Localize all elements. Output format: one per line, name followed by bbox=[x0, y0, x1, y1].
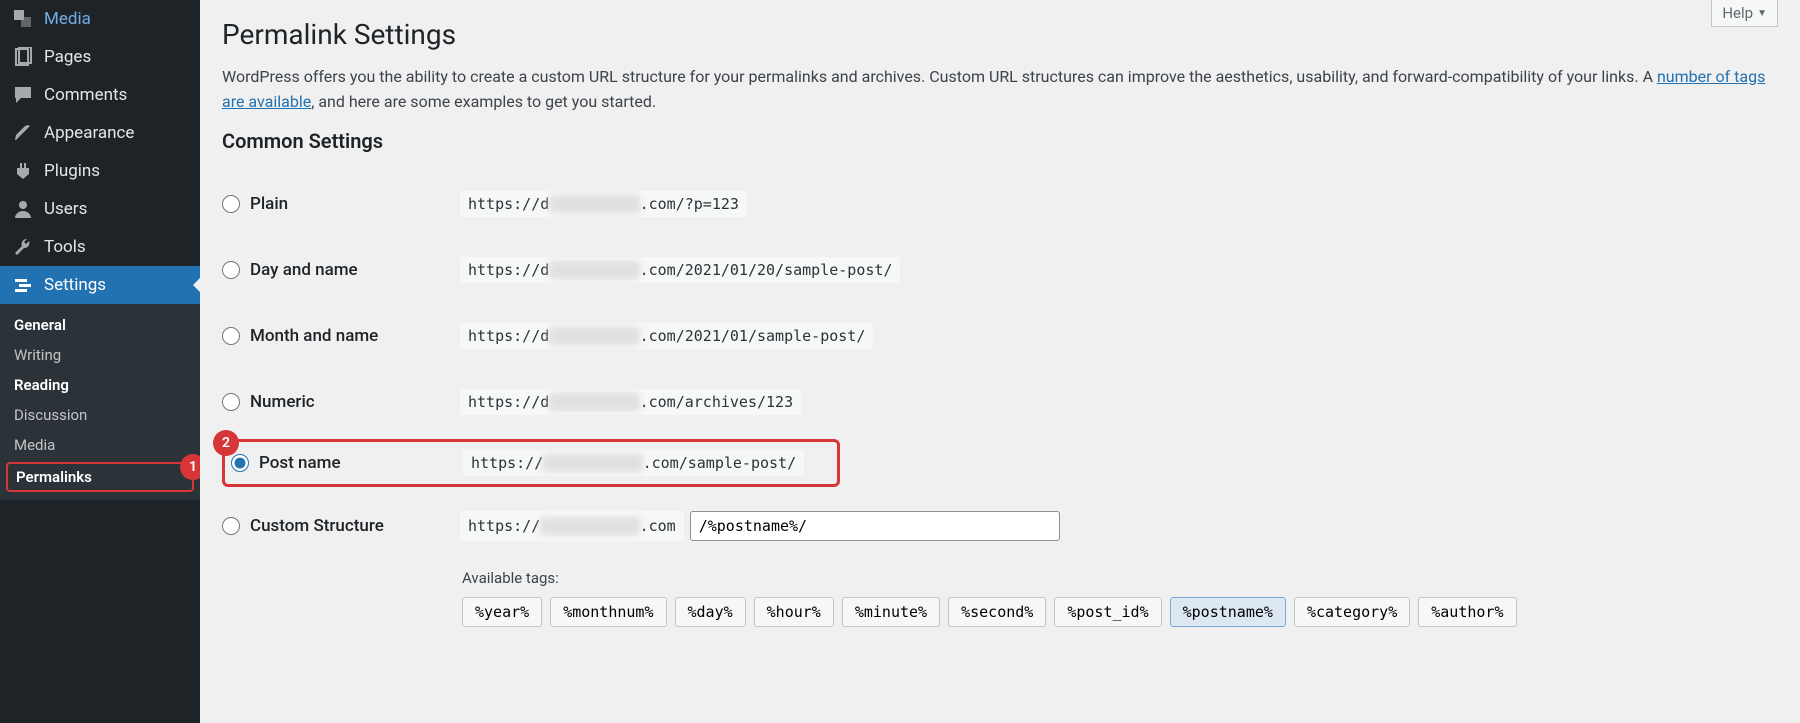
sidebar-item-settings[interactable]: Settings bbox=[0, 266, 200, 304]
tag-btn-author[interactable]: %author% bbox=[1418, 597, 1516, 627]
option-monthname-row: Month and name https://d██████████.com/2… bbox=[222, 303, 1778, 369]
example-custom: https://███████████.com bbox=[460, 511, 1060, 541]
intro-part2: , and here are some examples to get you … bbox=[311, 92, 656, 111]
example-numeric: https://d██████████.com/archives/123 bbox=[460, 389, 801, 415]
option-custom[interactable]: Custom Structure bbox=[222, 516, 442, 536]
sidebar-label: Comments bbox=[44, 85, 127, 105]
intro-part1: WordPress offers you the ability to crea… bbox=[222, 67, 1657, 86]
sub-item-permalinks[interactable]: Permalinks 1 bbox=[6, 462, 194, 492]
tag-btn-post_id[interactable]: %post_id% bbox=[1054, 597, 1161, 627]
sub-item-general[interactable]: General bbox=[0, 310, 200, 340]
radio-postname[interactable] bbox=[231, 454, 249, 472]
sidebar-label: Plugins bbox=[44, 161, 100, 181]
sidebar-item-plugins[interactable]: Plugins bbox=[0, 152, 200, 190]
radio-numeric[interactable] bbox=[222, 393, 240, 411]
option-postname[interactable]: Post name bbox=[231, 453, 445, 473]
available-tags-label: Available tags: bbox=[462, 569, 1778, 587]
tag-btn-postname[interactable]: %postname% bbox=[1170, 597, 1286, 627]
opt-label-text: Numeric bbox=[250, 392, 315, 412]
radio-plain[interactable] bbox=[222, 195, 240, 213]
option-numeric-row: Numeric https://d██████████.com/archives… bbox=[222, 369, 1778, 435]
sub-item-label: Permalinks bbox=[16, 468, 92, 486]
sub-item-discussion[interactable]: Discussion bbox=[0, 400, 200, 430]
opt-label-text: Post name bbox=[259, 453, 341, 473]
option-monthname[interactable]: Month and name bbox=[222, 326, 442, 346]
sidebar-item-pages[interactable]: Pages bbox=[0, 38, 200, 76]
sub-item-writing[interactable]: Writing bbox=[0, 340, 200, 370]
main-content: Help ▼ Permalink Settings WordPress offe… bbox=[200, 0, 1800, 723]
comments-icon bbox=[12, 84, 34, 106]
sidebar-item-comments[interactable]: Comments bbox=[0, 76, 200, 114]
sidebar-label: Pages bbox=[44, 47, 91, 67]
sidebar-label: Appearance bbox=[44, 123, 134, 143]
option-plain[interactable]: Plain bbox=[222, 194, 442, 214]
sidebar-label: Media bbox=[44, 9, 91, 29]
intro-text: WordPress offers you the ability to crea… bbox=[222, 65, 1778, 115]
option-plain-row: Plain https://d██████████.com/?p=123 bbox=[222, 171, 1778, 237]
sidebar-label: Tools bbox=[44, 237, 86, 257]
admin-sidebar: Media Pages Comments Appearance Plugins … bbox=[0, 0, 200, 723]
sidebar-label: Users bbox=[44, 199, 87, 219]
tag-btn-category[interactable]: %category% bbox=[1294, 597, 1410, 627]
sub-item-reading[interactable]: Reading bbox=[0, 370, 200, 400]
option-numeric[interactable]: Numeric bbox=[222, 392, 442, 412]
tag-btn-hour[interactable]: %hour% bbox=[754, 597, 834, 627]
annotation-badge-2: 2 bbox=[213, 430, 239, 456]
radio-custom[interactable] bbox=[222, 517, 240, 535]
plugins-icon bbox=[12, 160, 34, 182]
help-label: Help bbox=[1722, 4, 1753, 22]
tools-icon bbox=[12, 236, 34, 258]
tag-btn-day[interactable]: %day% bbox=[675, 597, 746, 627]
sidebar-item-media[interactable]: Media bbox=[0, 0, 200, 38]
radio-monthname[interactable] bbox=[222, 327, 240, 345]
sidebar-item-tools[interactable]: Tools bbox=[0, 228, 200, 266]
tag-btn-second[interactable]: %second% bbox=[948, 597, 1046, 627]
opt-label-text: Plain bbox=[250, 194, 288, 214]
opt-label-text: Month and name bbox=[250, 326, 378, 346]
radio-dayname[interactable] bbox=[222, 261, 240, 279]
opt-label-text: Custom Structure bbox=[250, 516, 384, 536]
option-custom-row: Custom Structure https://███████████.com bbox=[222, 491, 1778, 561]
option-dayname-row: Day and name https://d██████████.com/202… bbox=[222, 237, 1778, 303]
tag-list: %year% %monthnum% %day% %hour% %minute% %seco… bbox=[462, 597, 1778, 627]
opt-label-text: Day and name bbox=[250, 260, 358, 280]
example-monthname: https://d██████████.com/2021/01/sample-p… bbox=[460, 323, 873, 349]
option-dayname[interactable]: Day and name bbox=[222, 260, 442, 280]
pages-icon bbox=[12, 46, 34, 68]
sidebar-item-appearance[interactable]: Appearance bbox=[0, 114, 200, 152]
example-plain: https://d██████████.com/?p=123 bbox=[460, 191, 747, 217]
tag-btn-monthnum[interactable]: %monthnum% bbox=[550, 597, 666, 627]
tag-btn-minute[interactable]: %minute% bbox=[842, 597, 940, 627]
help-tab[interactable]: Help ▼ bbox=[1711, 0, 1778, 27]
settings-submenu: General Writing Reading Discussion Media… bbox=[0, 304, 200, 500]
page-title: Permalink Settings bbox=[222, 0, 1778, 65]
tag-btn-year[interactable]: %year% bbox=[462, 597, 542, 627]
chevron-down-icon: ▼ bbox=[1757, 8, 1767, 19]
settings-icon bbox=[12, 274, 34, 296]
sidebar-item-users[interactable]: Users bbox=[0, 190, 200, 228]
sidebar-label: Settings bbox=[44, 275, 106, 295]
media-icon bbox=[12, 8, 34, 30]
custom-structure-input[interactable] bbox=[690, 511, 1060, 541]
section-heading: Common Settings bbox=[222, 129, 1778, 153]
example-postname: https://███████████.com/sample-post/ bbox=[463, 450, 804, 476]
users-icon bbox=[12, 198, 34, 220]
option-postname-row: 2 Post name https://███████████.com/samp… bbox=[222, 439, 840, 487]
appearance-icon bbox=[12, 122, 34, 144]
example-dayname: https://d██████████.com/2021/01/20/sampl… bbox=[460, 257, 900, 283]
sub-item-media[interactable]: Media bbox=[0, 430, 200, 460]
